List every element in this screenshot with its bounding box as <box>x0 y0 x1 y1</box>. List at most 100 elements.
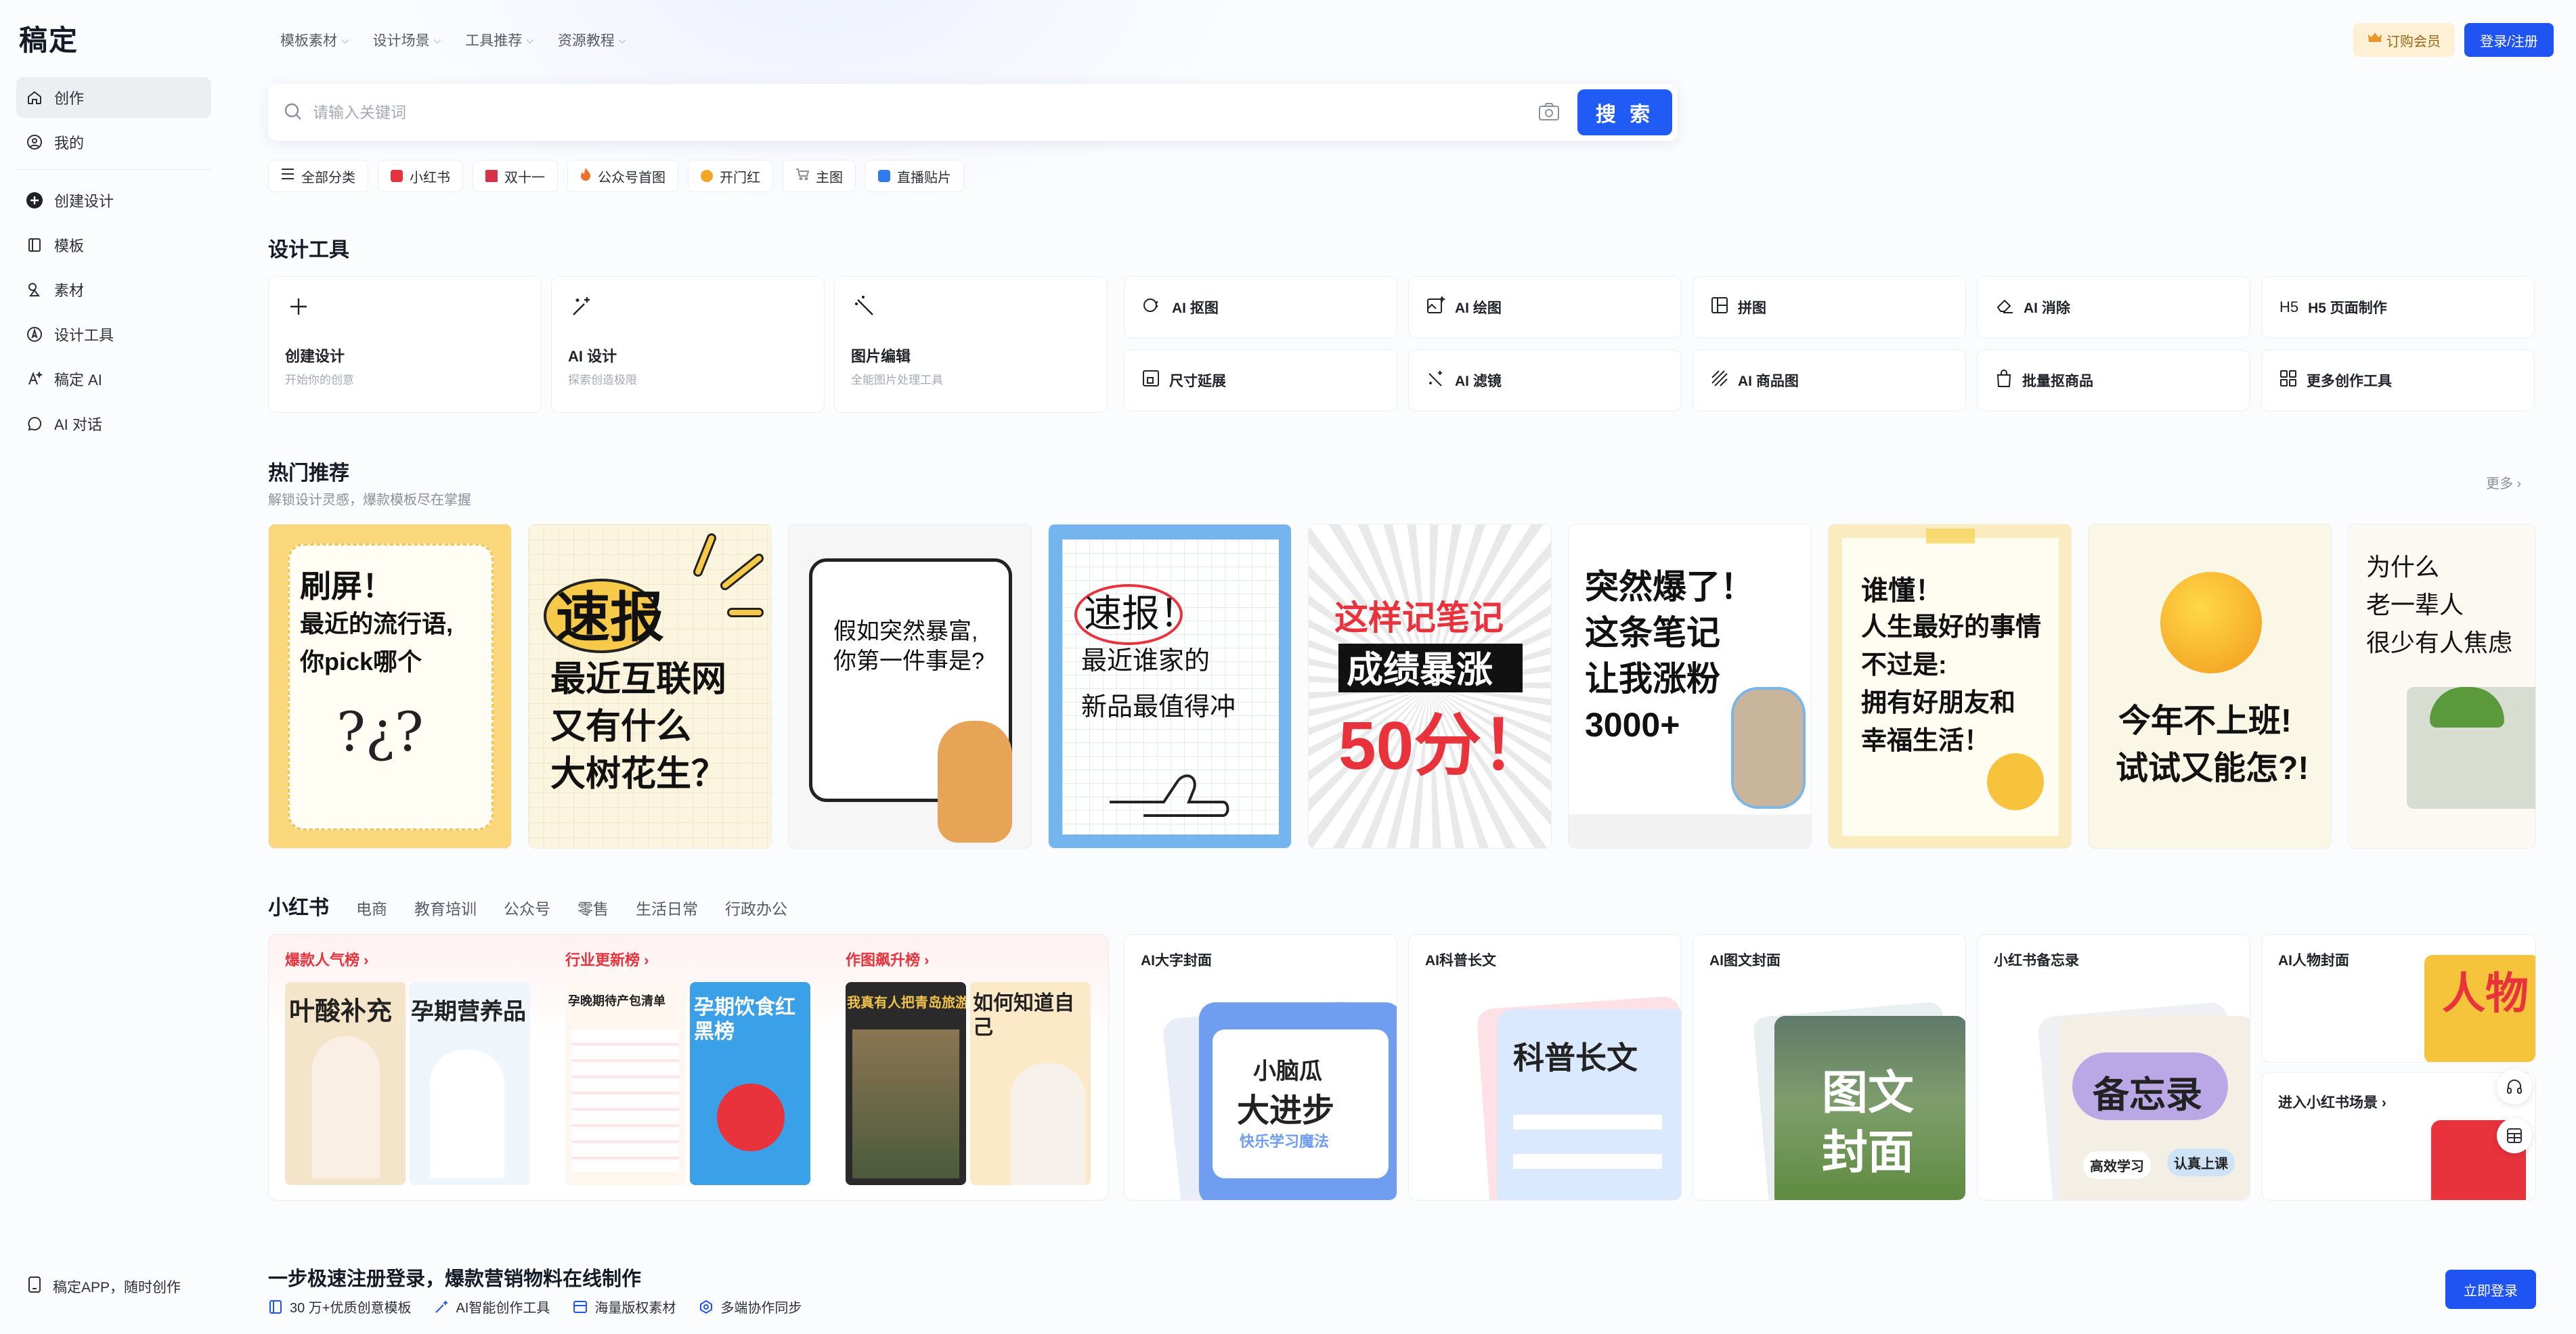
nav-tools[interactable]: 工具推荐 ⌵ <box>465 30 533 50</box>
sidebar-item-ai-chat[interactable]: AI 对话 <box>16 403 211 444</box>
card-image-text: 备忘录 <box>2093 1075 2202 1115</box>
login-now-button[interactable]: 立即登录 <box>2445 1270 2536 1309</box>
xhs-card-memo[interactable]: 小红书备忘录 备忘录 高效学习 认真上课 <box>1977 934 2250 1201</box>
tab-office[interactable]: 行政办公 <box>725 896 787 919</box>
nav-scenes[interactable]: 设计场景 ⌵ <box>373 30 441 50</box>
search-button[interactable]: 搜 索 <box>1577 89 1672 135</box>
template-card[interactable]: 为什么 老一辈人 很少有人焦虑 <box>2348 524 2536 849</box>
sidebar-item-create[interactable]: 创作 <box>16 77 211 118</box>
sidebar-item-gaoding-ai[interactable]: 稿定 AI <box>16 359 211 399</box>
tool-h5-page[interactable]: H5 H5 页面制作 <box>2261 276 2535 338</box>
tool-label: 批量抠商品 <box>2022 374 2093 389</box>
rank-thumbnail[interactable]: 我真有人把青岛旅游 <box>846 982 966 1185</box>
tool-ai-erase[interactable]: AI 消除 <box>1977 276 2250 338</box>
search-input[interactable] <box>313 95 1531 130</box>
chip-all[interactable]: 全部分类 <box>268 160 368 192</box>
rank-industry-link[interactable]: 行业更新榜 › <box>565 948 649 970</box>
login-button[interactable]: 登录/注册 <box>2464 23 2554 57</box>
card-text: 老一辈人 <box>2366 591 2464 619</box>
hot-more-link[interactable]: 更多 › <box>2486 472 2521 492</box>
xhs-enter-scene[interactable]: 进入小红书场景 › <box>2261 1072 2536 1201</box>
tomato-illustration <box>717 1084 785 1151</box>
tab-retail[interactable]: 零售 <box>577 896 609 919</box>
rank-thumbnail[interactable]: 叶酸补充 <box>285 982 406 1185</box>
tool-create-design[interactable]: 创建设计 开始你的创意 <box>268 276 542 413</box>
app-download-link[interactable]: 稿定APP，随时创作 <box>27 1276 181 1297</box>
chip-opening-red[interactable]: 开门红 <box>688 160 773 192</box>
tool-title: AI 设计 <box>568 348 617 365</box>
tool-ai-cutout[interactable]: AI 抠图 <box>1124 276 1397 338</box>
tool-title: 创建设计 <box>285 348 345 365</box>
card-preview: 备忘录 高效学习 认真上课 <box>2059 1016 2250 1200</box>
tool-resize[interactable]: 尺寸延展 <box>1124 349 1397 412</box>
tool-ai-draw[interactable]: AI 绘图 <box>1408 276 1682 338</box>
card-text: 不过是: <box>1861 651 1947 680</box>
template-card[interactable]: 谁懂！ 人生最好的事情 不过是: 拥有好朋友和 幸福生活！ <box>1828 524 2072 849</box>
rank-thumbnail[interactable]: 如何知道自己 <box>970 982 1091 1185</box>
template-card[interactable]: 假如突然暴富, 你第一件事是? <box>788 524 1032 849</box>
chip-live-sticker[interactable]: 直播贴片 <box>865 160 964 192</box>
app-download-label: 稿定APP，随时创作 <box>53 1280 181 1295</box>
xhs-card-ai-science[interactable]: AI科普长文 科普长文 <box>1408 934 1682 1201</box>
image-sparkle-icon <box>1426 295 1446 318</box>
template-card[interactable]: 速报 最近互联网 又有什么 大树花生？ <box>528 524 772 849</box>
chip-main-image[interactable]: 主图 <box>783 160 856 192</box>
sidebar-item-create-design[interactable]: 创建设计 <box>16 180 211 221</box>
chip-xiaohongshu[interactable]: 小红书 <box>378 160 463 192</box>
xhs-card-ai-portrait[interactable]: AI人物封面 人物 <box>2261 934 2536 1063</box>
template-card[interactable]: 这样记笔记 成绩暴涨 50分！ <box>1308 524 1552 849</box>
card-text: 你第一件事是? <box>833 648 984 674</box>
template-card[interactable]: 今年不上班! 试试又能怎?! <box>2088 524 2332 849</box>
sidebar-item-label: 模板 <box>54 238 85 254</box>
tab-education[interactable]: 教育培训 <box>414 896 477 919</box>
ai-icon <box>26 370 43 388</box>
sidebar-item-material[interactable]: 素材 <box>16 269 211 310</box>
vip-button[interactable]: 订购会员 <box>2353 23 2455 57</box>
tab-xiaohongshu[interactable]: 小红书 <box>268 891 329 920</box>
template-card[interactable]: 突然爆了！ 这条笔记 让我涨粉 3000+ <box>1568 524 1812 849</box>
sidebar-item-design-tools[interactable]: 设计工具 <box>16 314 211 355</box>
xhs-card-ai-image-cover[interactable]: AI图文封面 图文 封面 <box>1693 934 1966 1201</box>
rank-thumbnail[interactable]: 孕晚期待产包清单 <box>565 982 686 1185</box>
template-card[interactable]: 速报！ 最近谁家的 新品最值得冲 <box>1048 524 1292 849</box>
sidebar-item-template[interactable]: 模板 <box>16 225 211 265</box>
tool-ai-product-image[interactable]: AI 商品图 <box>1693 349 1966 412</box>
card-image-text: 图文 <box>1822 1067 1915 1119</box>
nav-templates[interactable]: 模板素材 ⌵ <box>280 30 349 50</box>
card-text: 这条笔记 <box>1585 614 1720 652</box>
tab-wechat[interactable]: 公众号 <box>504 896 550 919</box>
rank-rising-link[interactable]: 作图飙升榜 › <box>846 948 929 970</box>
card-footer-bar <box>1569 814 1811 848</box>
tool-ai-filter[interactable]: AI 滤镜 <box>1408 349 1682 412</box>
logo[interactable]: 稿定 <box>19 18 79 59</box>
layout-icon[interactable] <box>2497 1118 2532 1153</box>
tab-daily-life[interactable]: 生活日常 <box>636 896 698 919</box>
tool-label: 拼图 <box>1738 301 1766 316</box>
chip-wechat-cover[interactable]: 公众号首图 <box>567 160 678 192</box>
xhs-card-ai-big-text[interactable]: AI大字封面 小脑瓜 大进步 快乐学习魔法 <box>1124 934 1397 1201</box>
nav-tutorials[interactable]: 资源教程 ⌵ <box>558 30 626 50</box>
magic-wand-icon <box>568 293 595 320</box>
enter-scene-link[interactable]: 进入小红书场景 › <box>2278 1092 2386 1112</box>
vip-label: 订购会员 <box>2386 34 2441 49</box>
rank-popular-link[interactable]: 爆款人气榜 › <box>285 948 368 970</box>
sidebar-item-mine[interactable]: 我的 <box>16 122 211 162</box>
tool-collage[interactable]: 拼图 <box>1693 276 1966 338</box>
rank-thumbnail[interactable]: 孕期饮食红黑榜 <box>690 982 810 1185</box>
card-text: 假如突然暴富, <box>833 619 978 644</box>
feature-item: AI智能创作工具 <box>434 1297 550 1316</box>
camera-icon[interactable] <box>1538 102 1560 125</box>
chip-double-eleven[interactable]: 双十一 <box>473 160 558 192</box>
laughing-emoji-icon <box>1987 753 2044 810</box>
tool-image-edit[interactable]: 图片编辑 全能图片处理工具 <box>834 276 1108 413</box>
template-card[interactable]: 刷屏！ 最近的流行语, 你pick哪个 ?¿? <box>268 524 512 849</box>
scene-tabs: 小红书 电商 教育培训 公众号 零售 生活日常 行政办公 <box>268 891 787 920</box>
tool-more[interactable]: 更多创作工具 <box>2261 349 2535 412</box>
card-text: 刷屏！ <box>300 569 393 604</box>
tool-ai-design[interactable]: AI 设计 探索创造极限 <box>551 276 825 413</box>
headset-icon[interactable] <box>2497 1069 2532 1105</box>
tool-batch-cutout[interactable]: 批量抠商品 <box>1977 349 2250 412</box>
rank-thumbnail[interactable]: 孕期营养品 <box>410 982 530 1185</box>
eraser-icon <box>1995 296 2014 318</box>
tab-ecommerce[interactable]: 电商 <box>356 896 387 919</box>
